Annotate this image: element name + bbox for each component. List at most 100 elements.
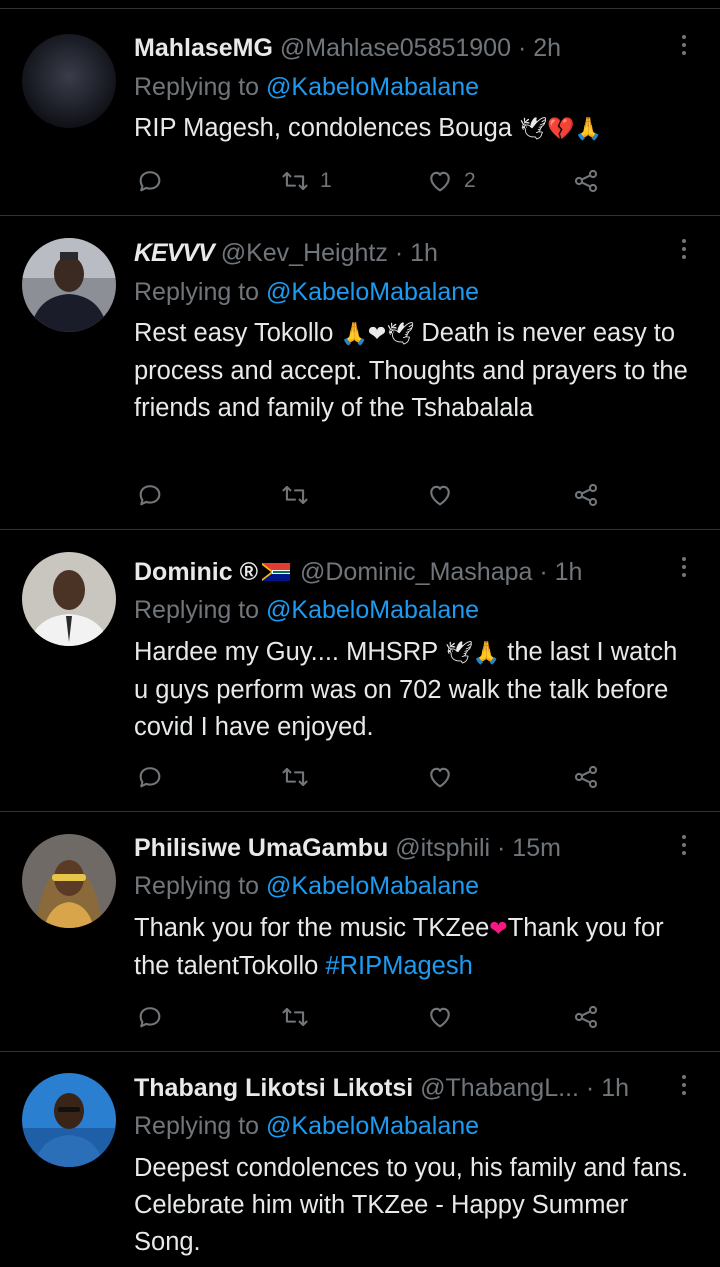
like-button[interactable] <box>426 760 454 794</box>
tweet-emoji: 🙏❤🕊 <box>340 322 415 347</box>
avatar[interactable] <box>22 34 116 128</box>
user-handle[interactable]: @Mahlase05851900 <box>280 34 511 62</box>
reply-mention-link[interactable]: @KabeloMabalane <box>266 872 479 900</box>
share-button[interactable] <box>572 164 600 198</box>
separator-dot: · <box>497 834 506 862</box>
tweet-text: Rest easy Tokollo 🙏❤🕊 Death is never eas… <box>134 315 694 427</box>
reply-button[interactable] <box>136 1000 164 1034</box>
timestamp[interactable]: 2h <box>533 34 561 62</box>
share-icon <box>574 169 598 193</box>
retweet-icon <box>282 485 308 505</box>
retweet-icon <box>282 767 308 787</box>
replying-to-line: Replying to @KabeloMabalane <box>134 593 479 627</box>
display-name[interactable]: Dominic ® <box>134 558 258 586</box>
user-handle[interactable]: @itsphili <box>395 834 490 862</box>
reply-mention-link[interactable]: @KabeloMabalane <box>266 278 479 306</box>
more-options-icon[interactable] <box>674 830 694 860</box>
user-handle[interactable]: @ThabangL... <box>420 1074 579 1102</box>
reply-icon <box>139 767 161 788</box>
reply-mention-link[interactable]: @KabeloMabalane <box>266 1112 479 1140</box>
share-icon <box>574 483 598 507</box>
avatar[interactable] <box>22 834 116 928</box>
tweet-5[interactable]: Thabang Likotsi Likotsi @ThabangL... · 1… <box>0 1052 720 1267</box>
heart-icon <box>430 1007 450 1028</box>
share-button[interactable] <box>572 760 600 794</box>
tweet-header: MahlaseMG @Mahlase05851900 · 2h <box>134 30 668 66</box>
retweet-button[interactable] <box>280 1000 310 1034</box>
replying-to-label: Replying to <box>134 278 260 306</box>
user-handle[interactable]: @Kev_Heightz <box>221 239 388 267</box>
replying-to-label: Replying to <box>134 1112 260 1140</box>
tweet-2[interactable]: KEVVV @Kev_Heightz · 1h Replying to @Kab… <box>0 216 720 530</box>
tweet-text: RIP Magesh, condolences Bouga 🕊💔🙏 <box>134 110 694 148</box>
retweet-button[interactable] <box>280 760 310 794</box>
tweet-emoji: 🕊💔🙏 <box>519 117 602 142</box>
like-button[interactable] <box>426 1000 454 1034</box>
tweet-emoji: 🕊🙏 <box>444 641 501 666</box>
hashtag-link[interactable]: #RIPMagesh <box>325 952 472 980</box>
reply-button[interactable] <box>136 760 164 794</box>
tweet-text-lead: Thank you for the music TKZee <box>134 914 490 942</box>
share-icon <box>574 765 598 789</box>
like-button[interactable]: 2 <box>426 164 476 198</box>
replying-to-line: Replying to @KabeloMabalane <box>134 70 479 104</box>
tweet-header: Philisiwe UmaGambu @itsphili · 15m <box>134 830 668 866</box>
reply-icon <box>139 171 161 192</box>
separator-dot: · <box>517 34 527 62</box>
tweet-4[interactable]: Philisiwe UmaGambu @itsphili · 15m Reply… <box>0 812 720 1052</box>
more-options-icon[interactable] <box>674 1070 694 1100</box>
more-options-icon[interactable] <box>674 30 694 60</box>
replying-to-line: Replying to @KabeloMabalane <box>134 275 479 309</box>
reply-icon <box>139 1007 161 1028</box>
reply-button[interactable] <box>136 164 164 198</box>
avatar[interactable] <box>22 1073 116 1167</box>
tweet-text-lead: Hardee my Guy.... MHSRP <box>134 638 438 666</box>
reply-mention-link[interactable]: @KabeloMabalane <box>266 596 479 624</box>
tweet-text: Deepest condolences to you, his family a… <box>134 1150 694 1261</box>
heart-icon <box>430 767 450 788</box>
replying-to-label: Replying to <box>134 73 260 101</box>
replying-to-line: Replying to @KabeloMabalane <box>134 1109 479 1143</box>
tweet-text-lead: Rest easy Tokollo <box>134 319 334 347</box>
heart-icon <box>430 485 450 506</box>
reply-button[interactable] <box>136 478 164 512</box>
share-button[interactable] <box>572 478 600 512</box>
like-count: 2 <box>464 169 476 192</box>
reply-mention-link[interactable]: @KabeloMabalane <box>266 73 479 101</box>
avatar[interactable] <box>22 552 116 646</box>
separator-dot: · <box>585 1074 595 1102</box>
reply-icon <box>139 485 161 506</box>
tweet-header: Thabang Likotsi Likotsi @ThabangL... · 1… <box>134 1070 668 1106</box>
more-options-icon[interactable] <box>674 234 694 264</box>
tweet-header: Dominic ® @Dominic_Mashapa · 1h <box>134 554 668 590</box>
tweet-1[interactable]: MahlaseMG @Mahlase05851900 · 2h Replying… <box>0 10 720 216</box>
replying-to-line: Replying to @KabeloMabalane <box>134 869 479 903</box>
retweet-button[interactable] <box>280 478 310 512</box>
top-divider <box>0 8 720 9</box>
like-button[interactable] <box>426 478 454 512</box>
user-handle[interactable]: @Dominic_Mashapa <box>300 558 532 586</box>
timestamp[interactable]: 1h <box>555 558 583 586</box>
more-options-icon[interactable] <box>674 552 694 582</box>
action-bar <box>134 478 604 512</box>
timestamp[interactable]: 1h <box>410 239 438 267</box>
display-name[interactable]: KEVVV <box>134 239 215 267</box>
tweet-3[interactable]: Dominic ® @Dominic_Mashapa · 1h Replying … <box>0 530 720 812</box>
share-button[interactable] <box>572 1000 600 1034</box>
tweet-emoji: ❤ <box>489 917 508 942</box>
display-name[interactable]: MahlaseMG <box>134 34 273 62</box>
display-name[interactable]: Thabang Likotsi Likotsi <box>134 1074 413 1102</box>
action-bar <box>134 1000 604 1034</box>
timestamp[interactable]: 15m <box>512 834 561 862</box>
replying-to-label: Replying to <box>134 596 260 624</box>
retweet-button[interactable]: 1 <box>280 164 332 198</box>
timestamp[interactable]: 1h <box>601 1074 629 1102</box>
south-africa-flag-icon <box>262 563 290 581</box>
retweet-count: 1 <box>320 169 332 192</box>
display-name[interactable]: Philisiwe UmaGambu <box>134 834 388 862</box>
tweet-text: Thank you for the music TKZee❤Thank you … <box>134 910 694 985</box>
action-bar: 1 2 <box>134 164 604 198</box>
tweet-text-content: RIP Magesh, condolences Bouga <box>134 114 513 142</box>
action-bar <box>134 760 604 794</box>
avatar[interactable] <box>22 238 116 332</box>
